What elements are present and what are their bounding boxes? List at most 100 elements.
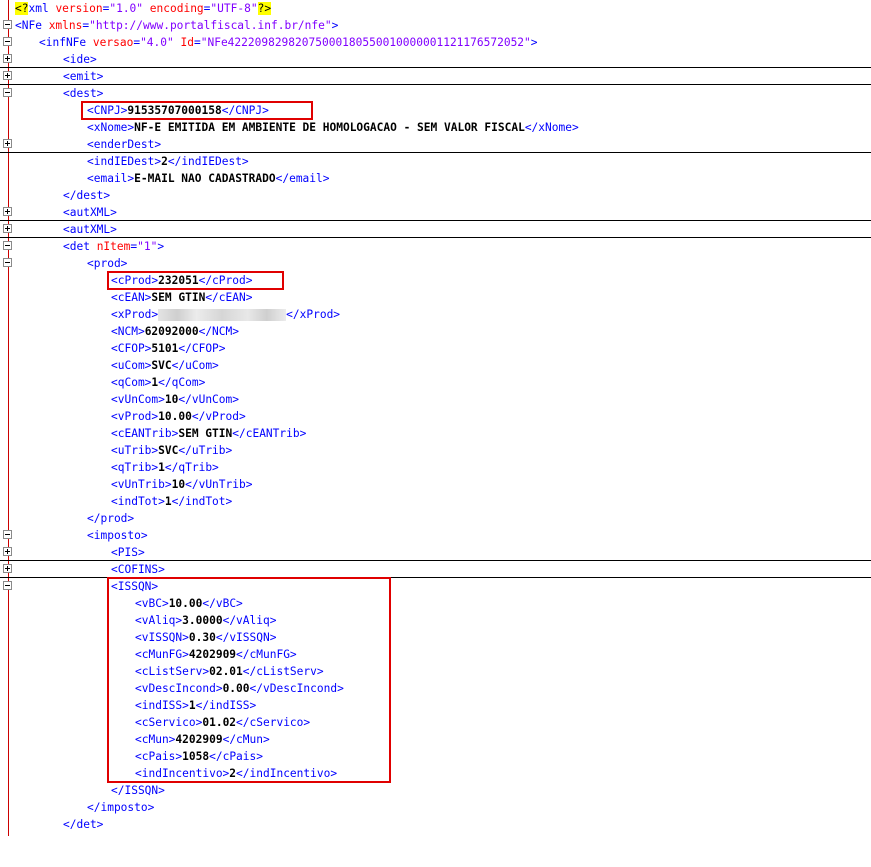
tag-open: <vUnCom> (111, 393, 165, 406)
tag-close: </vAliq> (222, 614, 277, 627)
det-close-line: </det> (0, 816, 871, 833)
attr-name: versao (92, 36, 134, 49)
tag-open: <vUnTrib> (111, 478, 172, 491)
collapse-icon[interactable] (3, 37, 12, 46)
clistserv-element: <cListServ>02.01</cListServ> (135, 663, 324, 680)
collapse-icon[interactable] (3, 258, 12, 267)
det-line: <det nItem="1"> (0, 238, 871, 255)
attr-value: "NFe422209829820750001805500100000011211… (200, 36, 531, 49)
utrib-element: <uTrib>SVC</uTrib> (111, 442, 232, 459)
cnpj-value: 91535707000158 (127, 104, 222, 117)
expand-icon[interactable] (3, 207, 12, 216)
vuntrib-value: 10 (171, 478, 186, 491)
dest-element: <dest> (63, 87, 104, 100)
expand-icon[interactable] (3, 547, 12, 556)
collapse-icon[interactable] (3, 241, 12, 250)
tag-open: <xNome> (87, 121, 135, 134)
clistserv-line: <cListServ>02.01</cListServ> (0, 663, 871, 680)
xml-editor[interactable]: <?xml version="1.0" encoding="UTF-8"?> <… (0, 0, 871, 836)
attr-name: encoding (149, 2, 204, 15)
tag-open: <cServico> (135, 716, 203, 729)
vissqn-value: 0.30 (188, 631, 216, 644)
tag-open: <vProd> (111, 410, 159, 423)
ide-line: <ide> (0, 51, 871, 68)
tag-close: </CNPJ> (221, 104, 269, 117)
tag-close: </cServico> (236, 716, 311, 729)
xprod-element: <xProd> </xProd> (111, 306, 340, 323)
tag-open: <indISS> (135, 699, 189, 712)
cprod-line: <cProd>232051</cProd> (0, 272, 871, 289)
cnpj-line: <CNPJ>91535707000158</CNPJ> (0, 102, 871, 119)
pi-name: xml (28, 2, 56, 15)
tag-close: </NCM> (198, 325, 239, 338)
expand-icon[interactable] (3, 224, 12, 233)
nfe-line: <NFe xmlns="http://www.portalfiscal.inf.… (0, 17, 871, 34)
tag-open: <NFe (15, 19, 49, 32)
cfop-element: <CFOP>5101</CFOP> (111, 340, 226, 357)
xnome-line: <xNome>NF-E EMITIDA EM AMBIENTE DE HOMOL… (0, 119, 871, 136)
email-element: <email>E-MAIL NAO CADASTRADO</email> (87, 170, 330, 187)
vuncom-line: <vUnCom>10</vUnCom> (0, 391, 871, 408)
tag-open: <indTot> (111, 495, 165, 508)
det-element: <det nItem="1"> (63, 240, 165, 253)
tag-open: <cEANTrib> (111, 427, 179, 440)
tag-close: > (157, 240, 165, 253)
cprod-value: 232051 (158, 274, 199, 287)
tag-close: </cProd> (198, 274, 253, 287)
autxml-element: <autXML> (63, 206, 117, 219)
qtrib-value: 1 (158, 461, 165, 474)
cofins-element: <COFINS> (111, 563, 165, 576)
tag-close: </CFOP> (178, 342, 226, 355)
indiss-value: 1 (188, 699, 196, 712)
indiss-line: <indISS>1</indISS> (0, 697, 871, 714)
expand-icon[interactable] (3, 71, 12, 80)
vbc-element: <vBC>10.00</vBC> (135, 595, 243, 612)
cservico-value: 01.02 (202, 716, 237, 729)
collapse-icon[interactable] (3, 88, 12, 97)
dest-close-tag: </dest> (63, 189, 111, 202)
infnfe-element: <infNFe versao="4.0" Id="NFe422209829820… (39, 36, 538, 49)
tag-close: </vProd> (191, 410, 246, 423)
cpais-element: <cPais>1058</cPais> (135, 748, 263, 765)
attr-value: "UTF-8" (210, 2, 258, 15)
email-value: E-MAIL NAO CADASTRADO (134, 172, 276, 185)
vuncom-value: 10 (164, 393, 179, 406)
indiedest-element: <indIEDest>2</indIEDest> (87, 153, 249, 170)
imposto-close-tag: </imposto> (87, 801, 155, 814)
vbc-line: <vBC>10.00</vBC> (0, 595, 871, 612)
expand-icon[interactable] (3, 54, 12, 63)
tag-close: </cEAN> (205, 291, 253, 304)
attr-value: "http://www.portalfiscal.inf.br/nfe" (89, 19, 332, 32)
collapse-icon[interactable] (3, 530, 12, 539)
dest-close-line: </dest> (0, 187, 871, 204)
tag-open: <cPais> (135, 750, 183, 763)
cean-value: SEM GTIN (151, 291, 206, 304)
utrib-value: SVC (158, 444, 179, 457)
ceantrib-element: <cEANTrib>SEM GTIN</cEANTrib> (111, 425, 306, 442)
indtot-element: <indTot>1</indTot> (111, 493, 232, 510)
vdescincond-line: <vDescIncond>0.00</vDescIncond> (0, 680, 871, 697)
tag-close: </cListServ> (242, 665, 324, 678)
vissqn-element: <vISSQN>0.30</vISSQN> (135, 629, 276, 646)
tag-close: </qCom> (158, 376, 206, 389)
expand-icon[interactable] (3, 139, 12, 148)
infnfe-line: <infNFe versao="4.0" Id="NFe422209829820… (0, 34, 871, 51)
expand-icon[interactable] (3, 564, 12, 573)
tag-close: > (530, 36, 538, 49)
tag-close: </indIncentivo> (236, 767, 338, 780)
cmun-value: 4202909 (175, 733, 223, 746)
tag-close: </indISS> (195, 699, 257, 712)
dest-line: <dest> (0, 85, 871, 102)
collapse-icon[interactable] (3, 581, 12, 590)
tag-close: </indIEDest> (167, 155, 249, 168)
vuntrib-element: <vUnTrib>10</vUnTrib> (111, 476, 252, 493)
collapse-icon[interactable] (3, 20, 12, 29)
attr-name: nItem (96, 240, 131, 253)
attr-name: Id (180, 36, 194, 49)
vbc-value: 10.00 (168, 597, 203, 610)
tag-close: </cEANTrib> (232, 427, 307, 440)
indtot-value: 1 (164, 495, 172, 508)
tag-open: <indIncentivo> (135, 767, 230, 780)
clistserv-value: 02.01 (209, 665, 243, 678)
tag-open: <vDescIncond> (135, 682, 223, 695)
